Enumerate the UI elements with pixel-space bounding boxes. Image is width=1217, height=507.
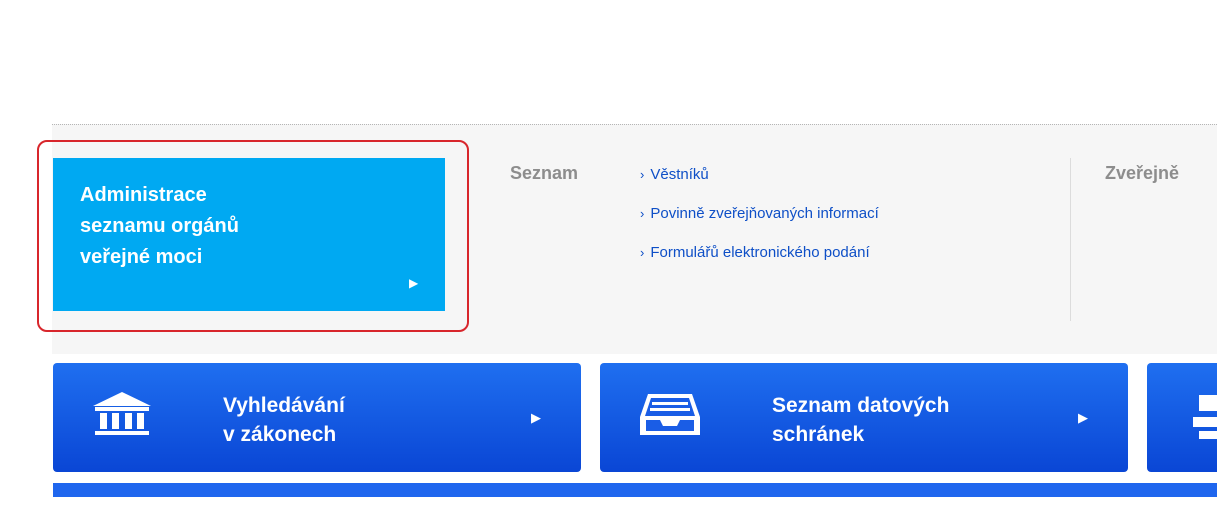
chevron-right-icon: ›: [640, 206, 645, 221]
bank-icon: [93, 392, 151, 435]
link-povinne-zverejnovane-informace[interactable]: Povinně zveřejňovaných informací: [650, 205, 878, 222]
column-divider: [1070, 158, 1071, 321]
form-icon: [1193, 395, 1217, 439]
dotted-separator: [52, 124, 1217, 125]
list-item: › Věstníků: [640, 166, 879, 205]
play-arrow-icon: ▶: [1078, 410, 1088, 425]
search-in-laws-label: Vyhledávání v zákonech: [223, 394, 345, 446]
third-service-button[interactable]: [1147, 363, 1217, 472]
list-item: › Povinně zveřejňovaných informací: [640, 205, 879, 244]
seznam-link-list: › Věstníků › Povinně zveřejňovaných inform…: [640, 166, 879, 283]
link-formulare-elektronickeho-podani[interactable]: Formulářů elektronického podání: [650, 244, 869, 261]
chevron-right-icon: ›: [640, 167, 645, 182]
bottom-accent-bar: [53, 483, 1217, 497]
play-arrow-icon: ▶: [531, 410, 541, 425]
zverejne-heading: Zveřejně: [1105, 163, 1180, 183]
seznam-heading: Seznam: [510, 163, 579, 183]
data-boxes-list-label: Seznam datových schránek: [772, 394, 950, 446]
data-boxes-list-button[interactable]: Seznam datových schránek ▶: [600, 363, 1128, 472]
list-item: › Formulářů elektronického podání: [640, 244, 879, 283]
chevron-right-icon: ›: [640, 245, 645, 260]
annotation-highlight-frame: [37, 140, 469, 332]
link-vestniku[interactable]: Věstníků: [650, 166, 708, 183]
inbox-tray-icon: [640, 394, 700, 435]
search-in-laws-button[interactable]: Vyhledávání v zákonech ▶: [53, 363, 581, 472]
